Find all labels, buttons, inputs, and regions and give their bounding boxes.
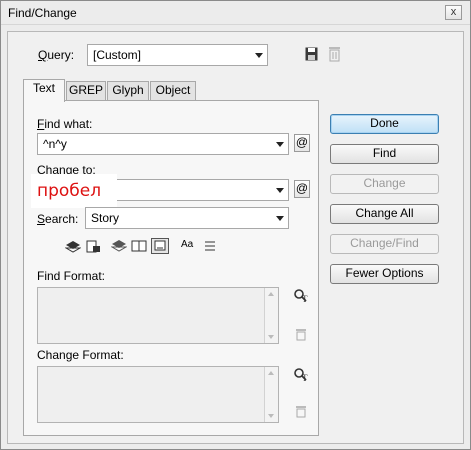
clear-find-format-icon[interactable] (295, 328, 307, 341)
window-title: Find/Change (8, 6, 77, 20)
options-icon-row: Aa (64, 238, 225, 254)
specify-find-format-icon[interactable]: T (293, 288, 309, 304)
at-sign-icon: @ (295, 135, 309, 149)
find-format-box[interactable] (37, 287, 279, 344)
case-sensitive-icon[interactable]: Aa (181, 239, 193, 250)
find-format-scrollbar[interactable] (264, 288, 278, 343)
search-label: Search: (37, 212, 79, 226)
query-select[interactable]: [Custom] (87, 44, 268, 66)
clear-change-format-icon[interactable] (295, 405, 307, 418)
change-button[interactable]: Change (330, 174, 439, 194)
search-scope-value: Story (91, 211, 120, 225)
at-sign-icon: @ (295, 181, 309, 195)
find-change-dialog: Find/Change x Query: [Custom] Text GREP … (0, 0, 471, 450)
change-format-scrollbar[interactable] (264, 367, 278, 422)
find-what-value: ^n^y (43, 137, 67, 151)
close-button[interactable]: x (445, 5, 462, 20)
save-query-icon[interactable] (305, 47, 318, 61)
annotation-overlay: пробел (31, 174, 117, 208)
find-format-label: Find Format: (37, 269, 106, 283)
find-button[interactable]: Find (330, 144, 439, 164)
change-find-button[interactable]: Change/Find (330, 234, 439, 254)
footnotes-icon[interactable] (151, 238, 169, 254)
chevron-down-icon (276, 216, 284, 221)
find-what-field[interactable]: ^n^y (37, 133, 289, 155)
svg-text:T: T (302, 294, 308, 304)
locked-stories-icon[interactable] (85, 239, 101, 253)
done-button[interactable]: Done (330, 114, 439, 134)
fewer-options-button[interactable]: Fewer Options (330, 264, 439, 284)
specify-change-format-icon[interactable]: T (293, 367, 309, 383)
delete-query-icon[interactable] (328, 46, 341, 62)
change-all-button[interactable]: Change All (330, 204, 439, 224)
special-chars-find-button[interactable]: @ (294, 134, 310, 152)
find-what-label: Find what: (37, 117, 93, 131)
query-label: Query: (38, 48, 75, 62)
chevron-down-icon (276, 142, 284, 147)
close-icon: x (450, 6, 457, 18)
title-bar: Find/Change x (1, 1, 470, 25)
tab-glyph[interactable]: Glyph (107, 81, 149, 101)
search-scope-select[interactable]: Story (85, 207, 289, 229)
query-value: [Custom] (93, 48, 142, 62)
special-chars-change-button[interactable]: @ (294, 180, 310, 198)
tab-text[interactable]: Text (23, 79, 65, 102)
hidden-layers-icon[interactable] (110, 239, 128, 253)
change-format-box[interactable] (37, 366, 279, 423)
chevron-down-icon (276, 188, 284, 193)
chevron-down-icon (255, 53, 263, 58)
svg-text:T: T (302, 373, 308, 383)
layers-lock-icon[interactable] (64, 239, 82, 253)
tab-grep[interactable]: GREP (66, 81, 106, 101)
tab-object[interactable]: Object (150, 81, 196, 101)
whole-word-icon[interactable] (203, 239, 217, 253)
master-pages-icon[interactable] (131, 239, 147, 253)
change-format-label: Change Format: (37, 348, 124, 362)
